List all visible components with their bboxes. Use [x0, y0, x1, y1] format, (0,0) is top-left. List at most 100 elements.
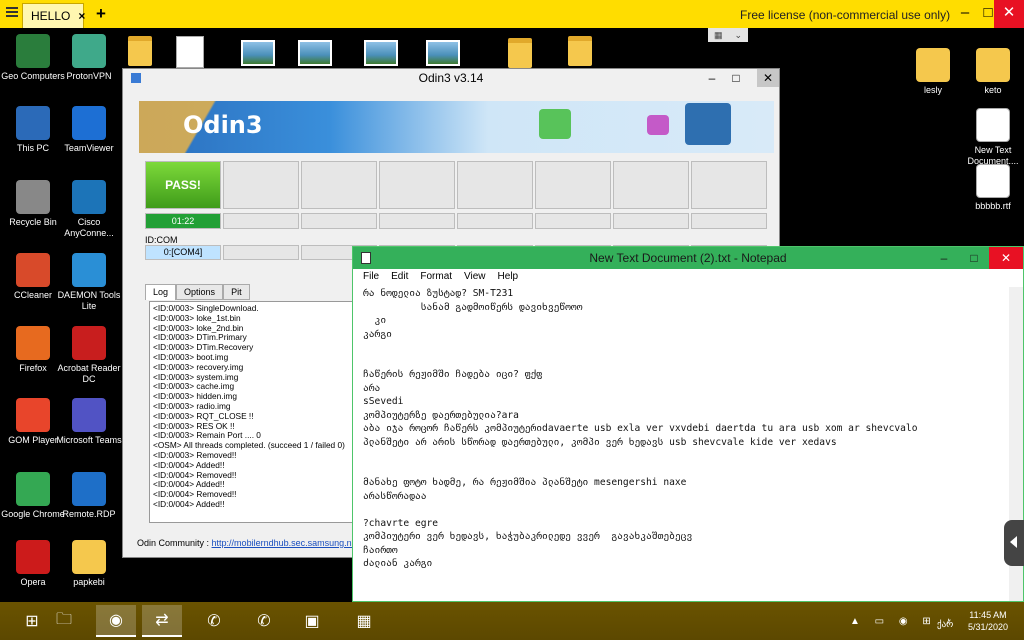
word-document-icon — [976, 164, 1010, 198]
picture-icon[interactable] — [426, 40, 460, 66]
chevron-down-icon[interactable]: ⌄ — [734, 30, 742, 41]
id-com-label: ID:COM — [145, 235, 178, 245]
tab-pit[interactable]: Pit — [223, 284, 250, 300]
empty-slot — [301, 161, 377, 209]
language-indicator[interactable]: ქარ — [937, 619, 953, 630]
session-tab-label: HELLO — [31, 9, 71, 23]
remote-toolbar: HELLO × + Free license (non-commercial u… — [0, 0, 1024, 28]
tab-options[interactable]: Options — [176, 284, 224, 300]
desktop-shortcut[interactable]: Acrobat Reader DC — [56, 326, 122, 385]
menu-view[interactable]: View — [464, 269, 486, 285]
side-panel-toggle[interactable] — [1004, 520, 1024, 566]
menu-edit[interactable]: Edit — [391, 269, 408, 285]
document-icon[interactable] — [176, 36, 204, 68]
desktop-shortcut[interactable]: papkebi — [56, 540, 122, 588]
picture-icon[interactable] — [364, 40, 398, 66]
chrome-icon — [16, 472, 50, 506]
folder-icon — [976, 48, 1010, 82]
empty-slot — [613, 161, 689, 209]
odin-minimize-button[interactable]: – — [701, 69, 723, 87]
grid-icon[interactable]: ▦ — [714, 30, 723, 41]
empty-time — [691, 213, 767, 229]
desktop-shortcut-label: bbbbb.rtf — [975, 201, 1011, 211]
menu-file[interactable]: File — [363, 269, 379, 285]
desktop-shortcut-label: Remote.RDP — [62, 509, 116, 519]
log-box[interactable]: <ID:0/003> SingleDownload. <ID:0/003> lok… — [149, 301, 359, 523]
cisco-icon — [72, 180, 106, 214]
notepad-close-button[interactable]: ✕ — [989, 247, 1023, 269]
remote-rdp-icon — [72, 472, 106, 506]
acrobat-icon — [72, 326, 106, 360]
desktop-shortcut[interactable]: ProtonVPN — [56, 34, 122, 82]
odin-maximize-button[interactable]: □ — [725, 69, 747, 87]
empty-time — [535, 213, 611, 229]
empty-time — [301, 213, 377, 229]
remote-mini-controls[interactable]: ▦ ⌄ — [708, 28, 748, 42]
empty-slot — [535, 161, 611, 209]
empty-time — [457, 213, 533, 229]
menu-format[interactable]: Format — [420, 269, 452, 285]
community-label: Odin Community : — [137, 538, 210, 548]
notepad-maximize-button[interactable]: □ — [961, 247, 987, 269]
desktop-shortcut[interactable]: New Text Document.... — [960, 108, 1024, 167]
odin-title: Odin3 v3.14 — [418, 71, 484, 85]
empty-slot — [379, 161, 455, 209]
odin-banner: Odin3 — [139, 101, 774, 153]
tab-close-icon[interactable]: × — [78, 9, 85, 23]
download-green-icon — [539, 109, 571, 139]
user-folder-icon — [16, 34, 50, 68]
clock[interactable]: 11:45 AM 5/31/2020 — [968, 609, 1008, 633]
odin-close-button[interactable]: ✕ — [757, 69, 779, 87]
menu-help[interactable]: Help — [498, 269, 519, 285]
clock-date: 5/31/2020 — [967, 622, 1008, 632]
close-button[interactable]: ✕ — [994, 0, 1024, 28]
desktop-shortcut-label: Acrobat Reader DC — [57, 363, 121, 384]
teamviewer-icon[interactable]: ⇄ — [142, 605, 182, 637]
notepad-text-area[interactable]: რა ნოდელია ზუსტად? SM-T231 სანამ გადმოიწ… — [363, 287, 1013, 571]
folder-icon[interactable] — [508, 38, 532, 68]
notepad-title: New Text Document (2).txt - Notepad — [589, 251, 787, 265]
folder-icon[interactable] — [568, 36, 592, 66]
desktop-shortcut[interactable]: Cisco AnyConne... — [56, 180, 122, 239]
odin-tabs: Log Options Pit — [145, 284, 250, 300]
empty-slot — [457, 161, 533, 209]
chrome-icon[interactable]: ◉ — [96, 605, 136, 637]
file-explorer-icon[interactable]: 🗀 — [44, 605, 84, 637]
firefox-icon — [16, 326, 50, 360]
desktop-shortcut[interactable]: Microsoft Teams — [56, 398, 122, 446]
desktop-shortcut[interactable]: bbbbb.rtf — [960, 164, 1024, 212]
notepad-titlebar[interactable]: New Text Document (2).txt - Notepad – □ … — [353, 247, 1023, 269]
empty-time — [613, 213, 689, 229]
desktop-shortcut-label: ProtonVPN — [66, 71, 112, 81]
teams-icon — [72, 398, 106, 432]
text-document-icon — [976, 108, 1010, 142]
ccleaner-icon — [16, 253, 50, 287]
empty-time — [379, 213, 455, 229]
odin-titlebar[interactable]: Odin3 v3.14 – □ ✕ — [123, 69, 779, 87]
viber-icon[interactable]: ✆ — [244, 605, 284, 637]
remote-desktop-icon[interactable]: ▣ — [292, 605, 332, 637]
new-tab-button[interactable]: + — [96, 4, 106, 24]
empty-slot — [691, 161, 767, 209]
picture-icon[interactable] — [298, 40, 332, 66]
desktop-shortcut[interactable]: keto — [960, 48, 1024, 96]
picture-icon[interactable] — [241, 40, 275, 66]
desktop-shortcut[interactable]: TeamViewer — [56, 106, 122, 154]
notepad-minimize-button[interactable]: – — [931, 247, 957, 269]
session-tab[interactable]: HELLO × — [22, 3, 85, 28]
calculator-icon[interactable]: ▦ — [344, 605, 384, 637]
desktop-shortcut[interactable]: DAEMON Tools Lite — [56, 253, 122, 312]
folder-icon[interactable] — [128, 36, 152, 66]
whatsapp-icon[interactable]: ✆ — [194, 605, 234, 637]
desktop-shortcut[interactable]: lesly — [900, 48, 966, 96]
gom-player-icon — [16, 398, 50, 432]
desktop-shortcut[interactable]: Remote.RDP — [56, 472, 122, 520]
empty-slot — [223, 161, 299, 209]
pass-status: PASS! — [145, 161, 221, 209]
log-line: <ID:0/004> Added!! — [153, 498, 225, 509]
daemon-tools-icon — [72, 253, 106, 287]
menu-icon[interactable] — [6, 7, 18, 19]
recycle-bin-icon — [16, 180, 50, 214]
clock-time: 11:45 AM — [969, 610, 1007, 620]
tab-log[interactable]: Log — [145, 284, 177, 300]
